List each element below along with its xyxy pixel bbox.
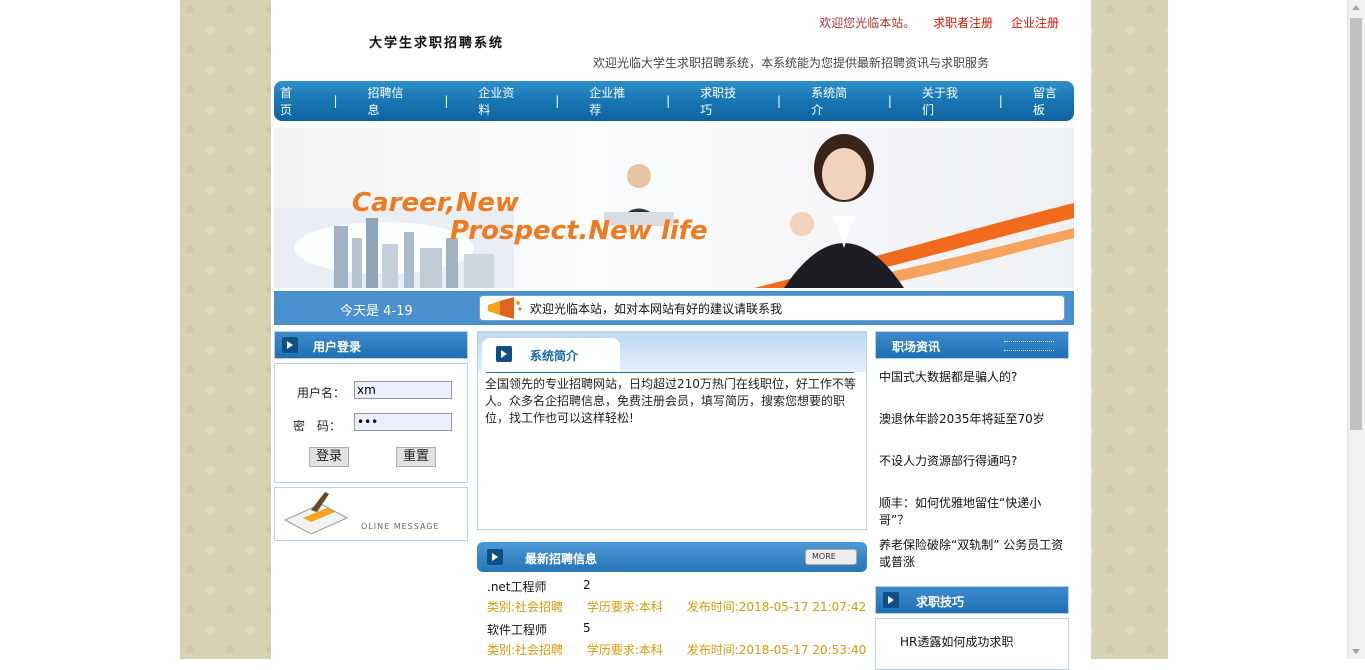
nav-tips[interactable]: 求职技巧 [694,84,753,118]
nav-recommended[interactable]: 企业推荐 [583,84,642,118]
jobseeker-register-link[interactable]: 求职者注册 [933,16,993,30]
job-item[interactable]: .net工程师 2 类别:社会招聘 学历要求:本科 发布时间:2018-05-1… [477,572,867,615]
latest-jobs-panel: 最新招聘信息 MORE .net工程师 2 类别:社会招聘 学历要求:本科 发布… [477,542,867,658]
arrow-right-icon [282,337,298,353]
news-item[interactable]: 顺丰：如何优雅地留住“快递小哥”？ [879,495,1065,529]
nav-separator: | [777,94,782,108]
job-count: 2 [583,578,591,592]
job-education: 学历要求:本科 [586,600,663,614]
news-item[interactable]: 不设人力资源部行得通吗? [879,453,1065,487]
login-button[interactable]: 登录 [309,447,350,467]
password-label: 密 码： [293,419,342,433]
page-container: 大学生求职招聘系统 欢迎您光临本站。 求职者注册 企业注册 欢迎光临大学生求职招… [271,0,1091,670]
site-tagline: 欢迎光临大学生求职招聘系统，本系统能为您提供最新招聘资讯与求职服务 [593,56,990,70]
site-logo[interactable]: 大学生求职招聘系统 [369,32,504,51]
news-title: 职场资讯 [892,340,941,354]
nav-about-us[interactable]: 关于我们 [916,84,975,118]
news-item[interactable]: 中国式大数据都是骗人的? [879,369,1065,403]
banner-slogan-line2: Prospect.New life [450,216,708,246]
login-title: 用户登录 [313,340,362,354]
scroll-up-icon[interactable] [1352,5,1360,10]
jobs-title: 最新招聘信息 [525,552,598,566]
job-meta: 类别:社会招聘 学历要求:本科 发布时间:2018-05-17 20:53:40 [487,641,886,658]
job-meta: 类别:社会招聘 学历要求:本科 发布时间:2018-05-17 21:07:42 [487,598,886,615]
middle-column: 系统简介 全国领先的专业招聘网站，日均超过210万热门在线职位，好工作不等人。众… [477,331,867,658]
job-category: 类别:社会招聘 [487,600,564,614]
tip-item[interactable]: HR透露如何成功求职 [900,633,1013,650]
nav-guestbook[interactable]: 留言板 [1027,84,1074,118]
notice-marquee: 欢迎光临本站，如对本网站有好的建议请联系我 [479,295,1065,321]
nav-separator: | [887,94,892,108]
job-time: 发布时间:2018-05-17 21:07:42 [686,600,867,614]
tips-title: 求职技巧 [916,595,965,609]
left-column: 用户登录 用户名： 密 码： 登录 重置 OLINE MESSAGE [274,331,468,541]
notice-text: 欢迎光临本站，如对本网站有好的建议请联系我 [530,302,783,316]
news-list: 中国式大数据都是骗人的? 澳退休年龄2035年将延至70岁 不设人力资源部行得通… [875,359,1069,571]
nav-separator: | [998,94,1003,108]
hero-banner: Career,New Prospect.New life [274,128,1074,288]
today-date: 今天是 4-19 [340,304,413,319]
username-label: 用户名： [297,386,346,400]
intro-title: 系统简介 [530,349,579,363]
news-item[interactable]: 澳退休年龄2035年将延至70岁 [879,411,1065,445]
header-decoration [1004,341,1054,351]
vertical-scrollbar[interactable] [1347,0,1365,659]
login-header: 用户登录 [274,331,468,359]
nav-companies[interactable]: 企业资料 [472,84,531,118]
nav-jobs[interactable]: 招聘信息 [362,84,421,118]
intro-divider [486,372,854,373]
intro-tabbar: 系统简介 [478,332,866,372]
online-message-link[interactable]: OLINE MESSAGE [274,487,468,541]
welcome-text: 欢迎您光临本站。 [819,16,916,30]
system-intro-panel: 系统简介 全国领先的专业招聘网站，日均超过210万热门在线职位，好工作不等人。众… [477,331,867,530]
password-input[interactable] [354,413,452,431]
username-input[interactable] [354,381,452,399]
job-name[interactable]: .net工程师 [487,578,547,595]
reset-button[interactable]: 重置 [396,447,437,467]
job-time: 发布时间:2018-05-17 20:53:40 [686,643,867,657]
job-count: 5 [583,621,591,635]
megaphone-icon [488,297,522,319]
tips-header: 求职技巧 [875,586,1069,614]
company-register-link[interactable]: 企业注册 [1011,16,1059,30]
news-header: 职场资讯 [875,331,1069,359]
arrow-right-icon [487,549,503,565]
nav-home[interactable]: 首页 [274,84,309,118]
news-item[interactable]: 养老保险破除“双轨制” 公务员工资或普涨 [879,537,1065,571]
woman-photo [784,134,904,288]
job-category: 类别:社会招聘 [487,643,564,657]
tips-list: HR透露如何成功求职 [875,618,1069,670]
job-tips-panel: 求职技巧 HR透露如何成功求职 [875,586,1069,670]
nav-separator: | [333,94,338,108]
banner-slogan-line1: Career,New [352,188,520,218]
job-item[interactable]: 软件工程师 5 类别:社会招聘 学历要求:本科 发布时间:2018-05-17 … [477,615,867,658]
scrollbar-thumb[interactable] [1350,18,1362,430]
main-nav: 首页 | 招聘信息 | 企业资料 | 企业推荐 | 求职技巧 | 系统简介 | 关于我们 | … [274,81,1074,121]
job-education: 学历要求:本科 [586,643,663,657]
jobs-header: 最新招聘信息 MORE [477,542,867,572]
arrow-right-icon [496,346,512,362]
intro-text: 全国领先的专业招聘网站，日均超过210万热门在线职位，好工作不等人。众多名企招聘… [485,377,856,425]
top-links: 欢迎您光临本站。 求职者注册 企业注册 [819,14,1059,31]
date-notice-bar: 今天是 4-19 欢迎光临本站，如对本网站有好的建议请联系我 [274,291,1074,325]
nav-separator: | [444,94,449,108]
nav-about-system[interactable]: 系统简介 [805,84,864,118]
right-column: 职场资讯 中国式大数据都是骗人的? 澳退休年龄2035年将延至70岁 不设人力资… [875,331,1069,670]
nav-separator: | [555,94,560,108]
login-form: 用户名： 密 码： 登录 重置 [274,363,468,483]
scroll-down-icon[interactable] [1352,649,1360,654]
intro-tab[interactable]: 系统简介 [482,338,620,372]
online-message-label: OLINE MESSAGE [361,522,440,531]
job-name[interactable]: 软件工程师 [487,621,547,638]
message-pen-icon [283,492,349,535]
arrow-right-icon [883,592,899,608]
more-button[interactable]: MORE [805,549,857,565]
nav-separator: | [666,94,671,108]
